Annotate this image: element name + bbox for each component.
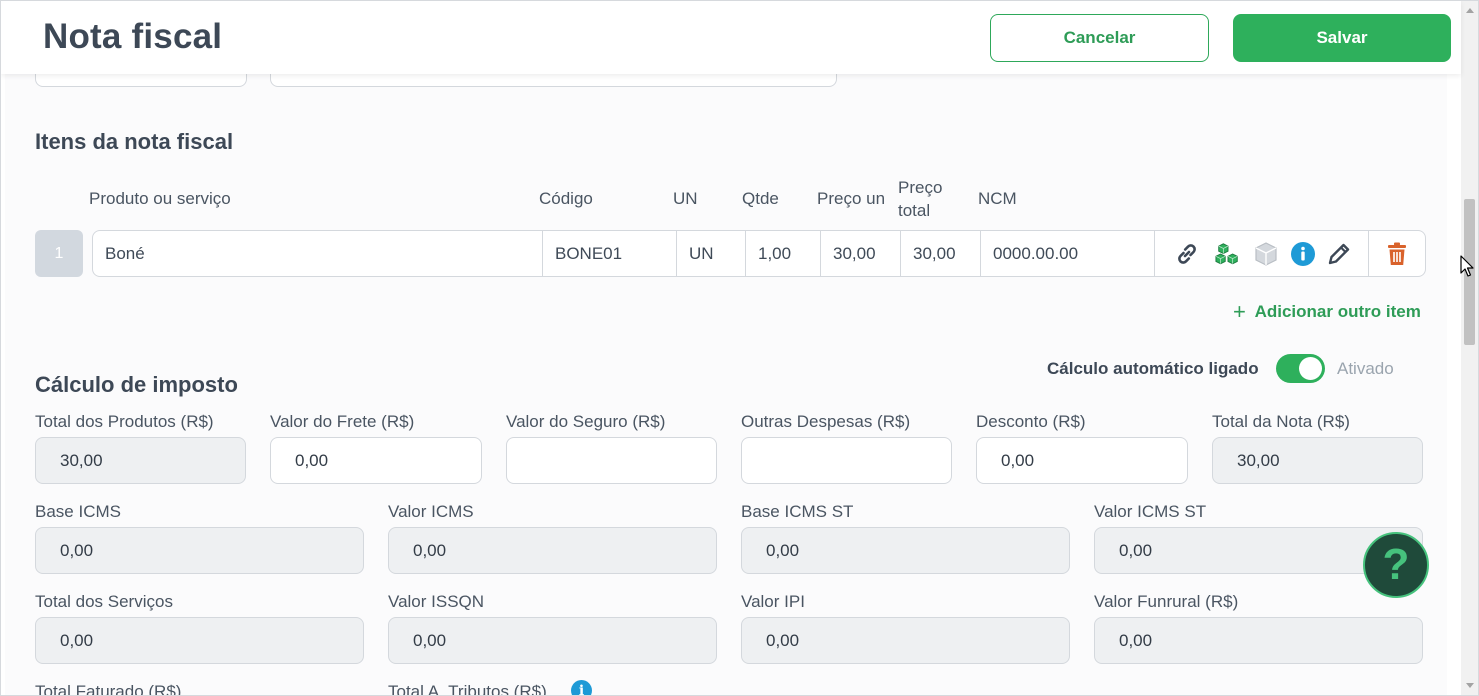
valor-seguro-input[interactable] xyxy=(506,437,717,484)
link-icon[interactable] xyxy=(1174,241,1200,267)
valor-icms-st-label: Valor ICMS ST xyxy=(1094,502,1207,521)
valor-funrural-label: Valor Funrural (R$) xyxy=(1094,592,1239,611)
page-title: Nota fiscal xyxy=(43,17,223,56)
scroll-up-arrow-icon[interactable] xyxy=(1466,8,1474,13)
info-icon[interactable] xyxy=(1290,241,1316,267)
pencil-icon[interactable] xyxy=(1326,241,1352,267)
page-content: Itens da nota fiscal Produto ou serviço … xyxy=(5,1,1447,695)
item-total-price-cell[interactable]: 30,00 xyxy=(901,231,981,276)
valor-frete-label: Valor do Frete (R$) xyxy=(270,412,415,431)
add-item-label: Adicionar outro item xyxy=(1254,302,1421,321)
item-code-cell[interactable]: BONE01 xyxy=(543,231,677,276)
valor-icms-field: 0,00 xyxy=(388,527,717,574)
valor-seguro-label: Valor do Seguro (R$) xyxy=(506,412,666,431)
column-header-product: Produto ou serviço xyxy=(89,189,231,208)
column-header-unit-price: Preço un xyxy=(817,189,886,208)
total-servicos-field: 0,00 xyxy=(35,617,364,664)
base-icms-st-label: Base ICMS ST xyxy=(741,502,854,521)
valor-funrural-field: 0,00 xyxy=(1094,617,1423,664)
total-servicos-label: Total dos Serviços xyxy=(35,592,173,611)
item-ncm-cell[interactable]: 0000.00.00 xyxy=(981,231,1155,276)
total-tributos-label: Total A. Tributos (R$) xyxy=(388,682,547,696)
outras-despesas-input[interactable] xyxy=(741,437,952,484)
total-nota-field: 30,00 xyxy=(1212,437,1423,484)
header-bar: Nota fiscal Cancelar Salvar xyxy=(1,1,1461,74)
total-produtos-label: Total dos Produtos (R$) xyxy=(35,412,214,431)
item-product-cell[interactable]: Boné xyxy=(93,231,543,276)
valor-issqn-label: Valor ISSQN xyxy=(388,592,485,611)
base-icms-label: Base ICMS xyxy=(35,502,121,521)
item-qty-cell[interactable]: 1,00 xyxy=(746,231,821,276)
column-header-total-price-line1: Preço xyxy=(898,178,943,197)
actions-divider xyxy=(1368,231,1369,276)
tributos-info-icon[interactable]: i xyxy=(571,680,592,695)
help-button[interactable]: ? xyxy=(1363,532,1429,598)
mouse-cursor-icon xyxy=(1460,255,1474,284)
column-header-ncm: NCM xyxy=(978,189,1017,208)
valor-issqn-field: 0,00 xyxy=(388,617,717,664)
app-window: Itens da nota fiscal Produto ou serviço … xyxy=(0,0,1479,696)
base-icms-st-field: 0,00 xyxy=(741,527,1070,574)
outras-despesas-label: Outras Despesas (R$) xyxy=(741,412,911,431)
column-header-total-price-line2: total xyxy=(898,201,931,220)
item-row-number: 1 xyxy=(35,230,83,277)
tax-section-title: Cálculo de imposto xyxy=(35,372,238,397)
valor-ipi-field: 0,00 xyxy=(741,617,1070,664)
valor-frete-input[interactable]: 0,00 xyxy=(270,437,482,484)
auto-calc-status: Ativado xyxy=(1337,359,1394,378)
desconto-input[interactable]: 0,00 xyxy=(976,437,1188,484)
item-unit-price-cell[interactable]: 30,00 xyxy=(821,231,901,276)
column-header-unit: UN xyxy=(673,189,698,208)
valor-icms-label: Valor ICMS xyxy=(388,502,474,521)
column-header-total-price: Preço total xyxy=(898,176,942,222)
box-icon[interactable] xyxy=(1253,241,1279,267)
auto-calc-toggle[interactable] xyxy=(1276,354,1325,383)
table-row: Boné BONE01 UN 1,00 30,00 30,00 0000.00.… xyxy=(92,230,1426,277)
vertical-scrollbar[interactable] xyxy=(1461,1,1478,695)
item-unit-cell[interactable]: UN xyxy=(677,231,746,276)
cubes-icon[interactable] xyxy=(1215,241,1241,267)
save-button[interactable]: Salvar xyxy=(1233,14,1451,62)
add-item-button[interactable]: + Adicionar outro item xyxy=(1233,297,1421,324)
plus-icon: + xyxy=(1233,299,1246,324)
items-section-title: Itens da nota fiscal xyxy=(35,129,234,154)
auto-calc-label: Cálculo automático ligado xyxy=(1047,359,1259,378)
item-actions xyxy=(1155,231,1427,276)
total-faturado-label: Total Faturado (R$) xyxy=(35,682,182,696)
column-header-code: Código xyxy=(539,189,593,208)
total-nota-label: Total da Nota (R$) xyxy=(1212,412,1350,431)
scroll-down-arrow-icon[interactable] xyxy=(1466,683,1474,688)
valor-ipi-label: Valor IPI xyxy=(741,592,805,611)
total-produtos-field: 30,00 xyxy=(35,437,246,484)
desconto-label: Desconto (R$) xyxy=(976,412,1086,431)
base-icms-field: 0,00 xyxy=(35,527,364,574)
cancel-button[interactable]: Cancelar xyxy=(990,14,1209,62)
toggle-knob xyxy=(1299,357,1322,380)
column-header-qty: Qtde xyxy=(742,189,779,208)
trash-icon[interactable] xyxy=(1384,241,1410,267)
